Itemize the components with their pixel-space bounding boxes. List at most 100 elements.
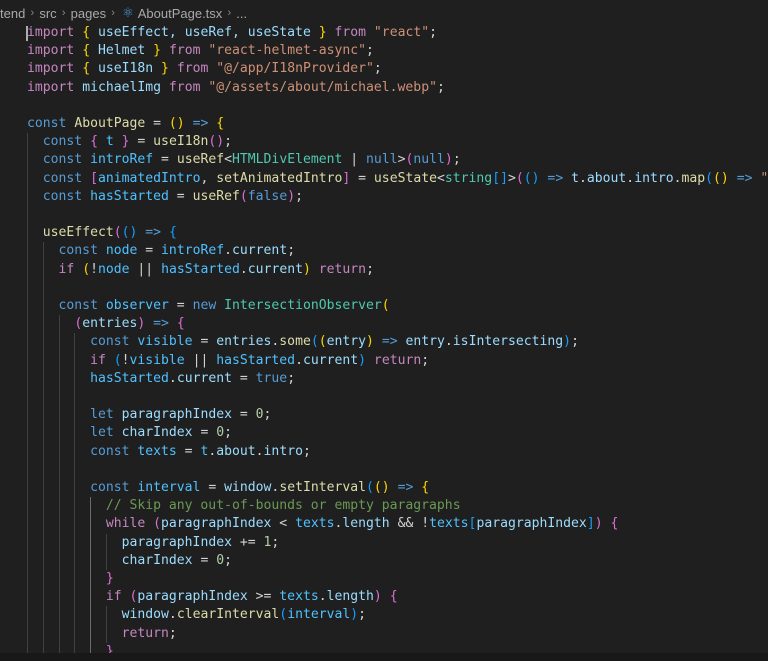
code-token: => [389, 480, 422, 495]
code-line: const AboutPage = () => { [27, 115, 224, 133]
code-token: . [673, 170, 682, 186]
code-token: . [239, 261, 248, 277]
code-line: const node = introRef.current; [27, 242, 296, 260]
code-token: hasStarted [90, 370, 169, 386]
code-token: node [97, 261, 130, 277]
code-token: = [168, 188, 193, 204]
code-line: } [27, 570, 114, 588]
code-token: = [200, 480, 225, 495]
code-token: isIntersecting [452, 334, 564, 350]
chevron-right-icon: › [30, 7, 35, 19]
code-token: entry [405, 334, 445, 350]
code-token: current [176, 370, 232, 386]
code-token: ; [287, 370, 296, 386]
code-token: useEffect, useRef, useState [90, 25, 319, 40]
code-line: const visible = entries.some((entry) => … [27, 333, 579, 351]
code-token: ( [318, 334, 327, 350]
code-token: null [413, 152, 445, 168]
code-token: useI18n [153, 134, 209, 150]
code-token: => [373, 334, 406, 350]
code-token: intro [263, 443, 303, 459]
code-token: ) [373, 589, 382, 605]
code-token: = [137, 243, 162, 259]
editor-bottom-edge [0, 653, 768, 661]
code-token: ) [302, 261, 311, 277]
code-token: window [121, 607, 169, 623]
code-token: () [168, 116, 185, 131]
code-token: < [437, 170, 445, 186]
code-token: ! [421, 516, 430, 532]
code-token: => [539, 170, 572, 186]
code-token: const [27, 170, 91, 186]
code-token: ; [302, 443, 311, 459]
code-token: paragraphIndex [137, 589, 248, 605]
code-token: = [192, 334, 217, 350]
code-token: . [224, 243, 233, 259]
code-token: return [27, 625, 169, 641]
react-tsx-icon: ⚛ [122, 5, 134, 20]
code-token: interval [137, 480, 201, 495]
code-line: const [animatedIntro, setAnimatedIntro] … [27, 170, 768, 188]
code-token: } [121, 134, 130, 150]
chevron-right-icon: › [111, 7, 115, 19]
code-token: . [578, 170, 587, 186]
code-token: ( [515, 170, 524, 186]
code-editor[interactable]: import { useEffect, useRef, useState } f… [0, 24, 768, 661]
code-token: from [168, 79, 209, 95]
code-token: . [168, 607, 177, 623]
code-token: visible [137, 334, 193, 350]
code-token: "" [760, 170, 768, 186]
code-token: some [279, 334, 311, 350]
code-token: length [326, 589, 374, 605]
code-line: if (!node || hasStarted.current) return; [27, 261, 374, 279]
code-token: hasStarted [90, 188, 169, 204]
code-token: useRef [192, 188, 240, 204]
code-token: { [90, 134, 98, 150]
code-line: import { Helmet } from "react-helmet-asy… [27, 42, 374, 60]
breadcrumb-item-src[interactable]: src [39, 6, 56, 21]
code-token: && [389, 516, 422, 532]
code-line: import { useI18n } from "@/app/I18nProvi… [27, 60, 382, 78]
code-token: ) [358, 352, 367, 368]
code-token: = [231, 407, 256, 423]
code-token: ; [373, 61, 382, 77]
code-token: { [421, 480, 430, 495]
code-token: entries [216, 334, 272, 350]
code-token: ( [366, 480, 374, 495]
code-token: = [168, 298, 193, 313]
code-token: const [27, 188, 91, 204]
code-line: hasStarted.current = true; [27, 370, 295, 388]
code-token: () [121, 225, 138, 241]
code-token: t [97, 134, 122, 150]
code-token: ; [295, 188, 303, 204]
code-token: "@/app/I18nProvider" [216, 61, 374, 77]
code-token: ; [571, 334, 579, 350]
code-token: ; [271, 534, 280, 550]
code-token: clearInterval [176, 607, 280, 623]
breadcrumb-item-root[interactable]: tend [0, 6, 25, 21]
code-line: const introRef = useRef<HTMLDivElement |… [27, 151, 461, 169]
code-token: if [27, 261, 83, 277]
code-token: 0 [216, 425, 225, 441]
breadcrumb-item-symbols[interactable]: ... [236, 6, 247, 21]
code-line: (entries) => { [27, 315, 184, 333]
code-token: null [366, 152, 398, 168]
breadcrumb-item-file[interactable]: AboutPage.tsx [138, 6, 223, 21]
code-token: ; [366, 43, 374, 59]
code-line: import { useEffect, useRef, useState } f… [27, 24, 437, 42]
code-token: ( [239, 188, 248, 204]
code-token: setInterval [279, 480, 367, 495]
code-token: } [161, 61, 169, 77]
code-token: return [366, 352, 422, 368]
code-token: observer [105, 298, 169, 313]
code-token: () [208, 134, 225, 150]
code-token: ) [594, 516, 603, 532]
breadcrumb-item-pages[interactable]: pages [71, 6, 106, 21]
code-token: new [192, 298, 225, 313]
code-token: entries [82, 316, 138, 332]
code-line: const hasStarted = useRef(false); [27, 188, 303, 206]
code-token: ; [421, 352, 430, 368]
